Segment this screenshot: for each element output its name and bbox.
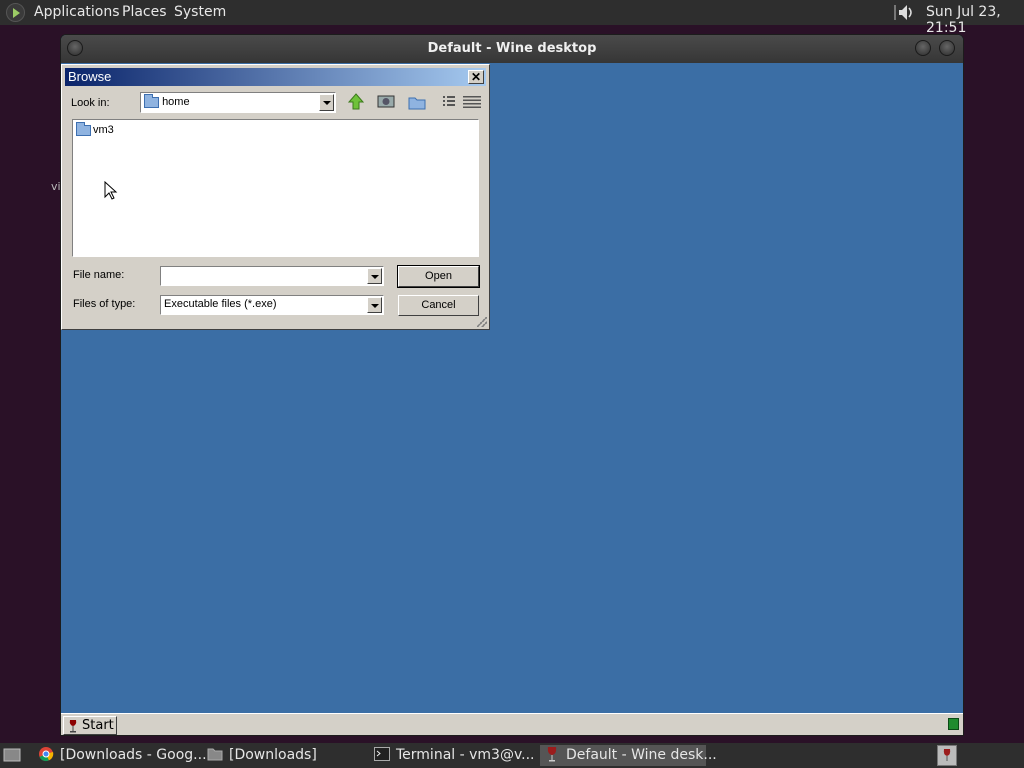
maximize-button[interactable] (939, 40, 955, 56)
file-name-label: File name: (73, 269, 125, 281)
bottom-taskbar: [Downloads - Goog... [Downloads] Termina… (0, 743, 1024, 768)
wine-glass-icon (69, 720, 77, 733)
clock[interactable]: Sun Jul 23, 21:51 (926, 4, 1024, 36)
folder-icon (76, 121, 91, 136)
details-view-icon[interactable] (460, 92, 484, 112)
task-label: [Downloads] (229, 747, 317, 763)
task-terminal[interactable]: Terminal - vm3@v... (374, 745, 535, 766)
tray-icon[interactable] (948, 718, 959, 730)
start-button[interactable]: Start (63, 716, 117, 735)
look-in-value: home (162, 96, 190, 108)
menu-applications[interactable]: Applications (34, 4, 120, 20)
start-label: Start (82, 718, 114, 733)
terminal-icon (374, 747, 390, 761)
dropdown-arrow-icon[interactable] (367, 297, 382, 313)
file-list[interactable]: vm3 (72, 119, 479, 257)
browse-dialog: Browse ✕ Look in: home vm3 File name: Op… (61, 64, 490, 330)
task-label: [Downloads - Goog... (60, 747, 207, 763)
look-in-label: Look in: (71, 97, 110, 109)
list-item[interactable]: vm3 (76, 121, 114, 136)
resize-grip[interactable] (477, 317, 487, 327)
file-name-combobox[interactable] (160, 266, 384, 286)
window-titlebar[interactable]: Default - Wine desktop (61, 35, 963, 63)
cancel-button[interactable]: Cancel (398, 295, 479, 316)
folder-icon (207, 748, 223, 761)
window-menu-button[interactable] (67, 40, 83, 56)
dropdown-arrow-icon[interactable] (367, 268, 382, 284)
look-in-combobox[interactable]: home (140, 92, 336, 113)
mate-menu-icon[interactable] (6, 3, 25, 22)
up-folder-icon[interactable] (344, 92, 368, 112)
dialog-titlebar[interactable]: Browse ✕ (65, 68, 486, 86)
desktop-icon[interactable] (374, 92, 398, 112)
new-folder-icon[interactable] (405, 92, 429, 112)
task-wine-desktop[interactable]: Default - Wine desk... (540, 745, 717, 766)
volume-icon[interactable] (893, 3, 915, 22)
dialog-title: Browse (68, 69, 112, 84)
files-of-type-label: Files of type: (73, 298, 136, 310)
close-button[interactable]: ✕ (468, 70, 484, 84)
window-title: Default - Wine desktop (427, 41, 597, 56)
files-of-type-value: Executable files (*.exe) (164, 298, 277, 310)
menu-places[interactable]: Places (122, 4, 167, 20)
menu-system[interactable]: System (174, 4, 226, 20)
wine-taskbar: Start (61, 713, 963, 735)
show-desktop-icon[interactable] (3, 747, 21, 763)
top-panel: Applications Places System Sun Jul 23, 2… (0, 0, 1024, 36)
file-name: vm3 (93, 124, 114, 136)
minimize-button[interactable] (915, 40, 931, 56)
list-view-icon[interactable] (437, 92, 461, 112)
wine-icon (547, 747, 557, 762)
open-button[interactable]: Open (397, 265, 480, 288)
mouse-cursor-icon (104, 181, 118, 200)
workspace-switcher-icon[interactable] (937, 745, 957, 766)
files-of-type-combobox[interactable]: Executable files (*.exe) (160, 295, 384, 315)
task-downloads-folder[interactable]: [Downloads] (207, 745, 319, 766)
task-label: Terminal - vm3@v... (396, 747, 535, 763)
task-label: Default - Wine desk... (566, 747, 717, 763)
dropdown-arrow-icon[interactable] (319, 94, 334, 111)
chrome-icon (39, 747, 54, 762)
folder-icon (144, 93, 159, 108)
task-downloads-chrome[interactable]: [Downloads - Goog... (38, 745, 207, 766)
